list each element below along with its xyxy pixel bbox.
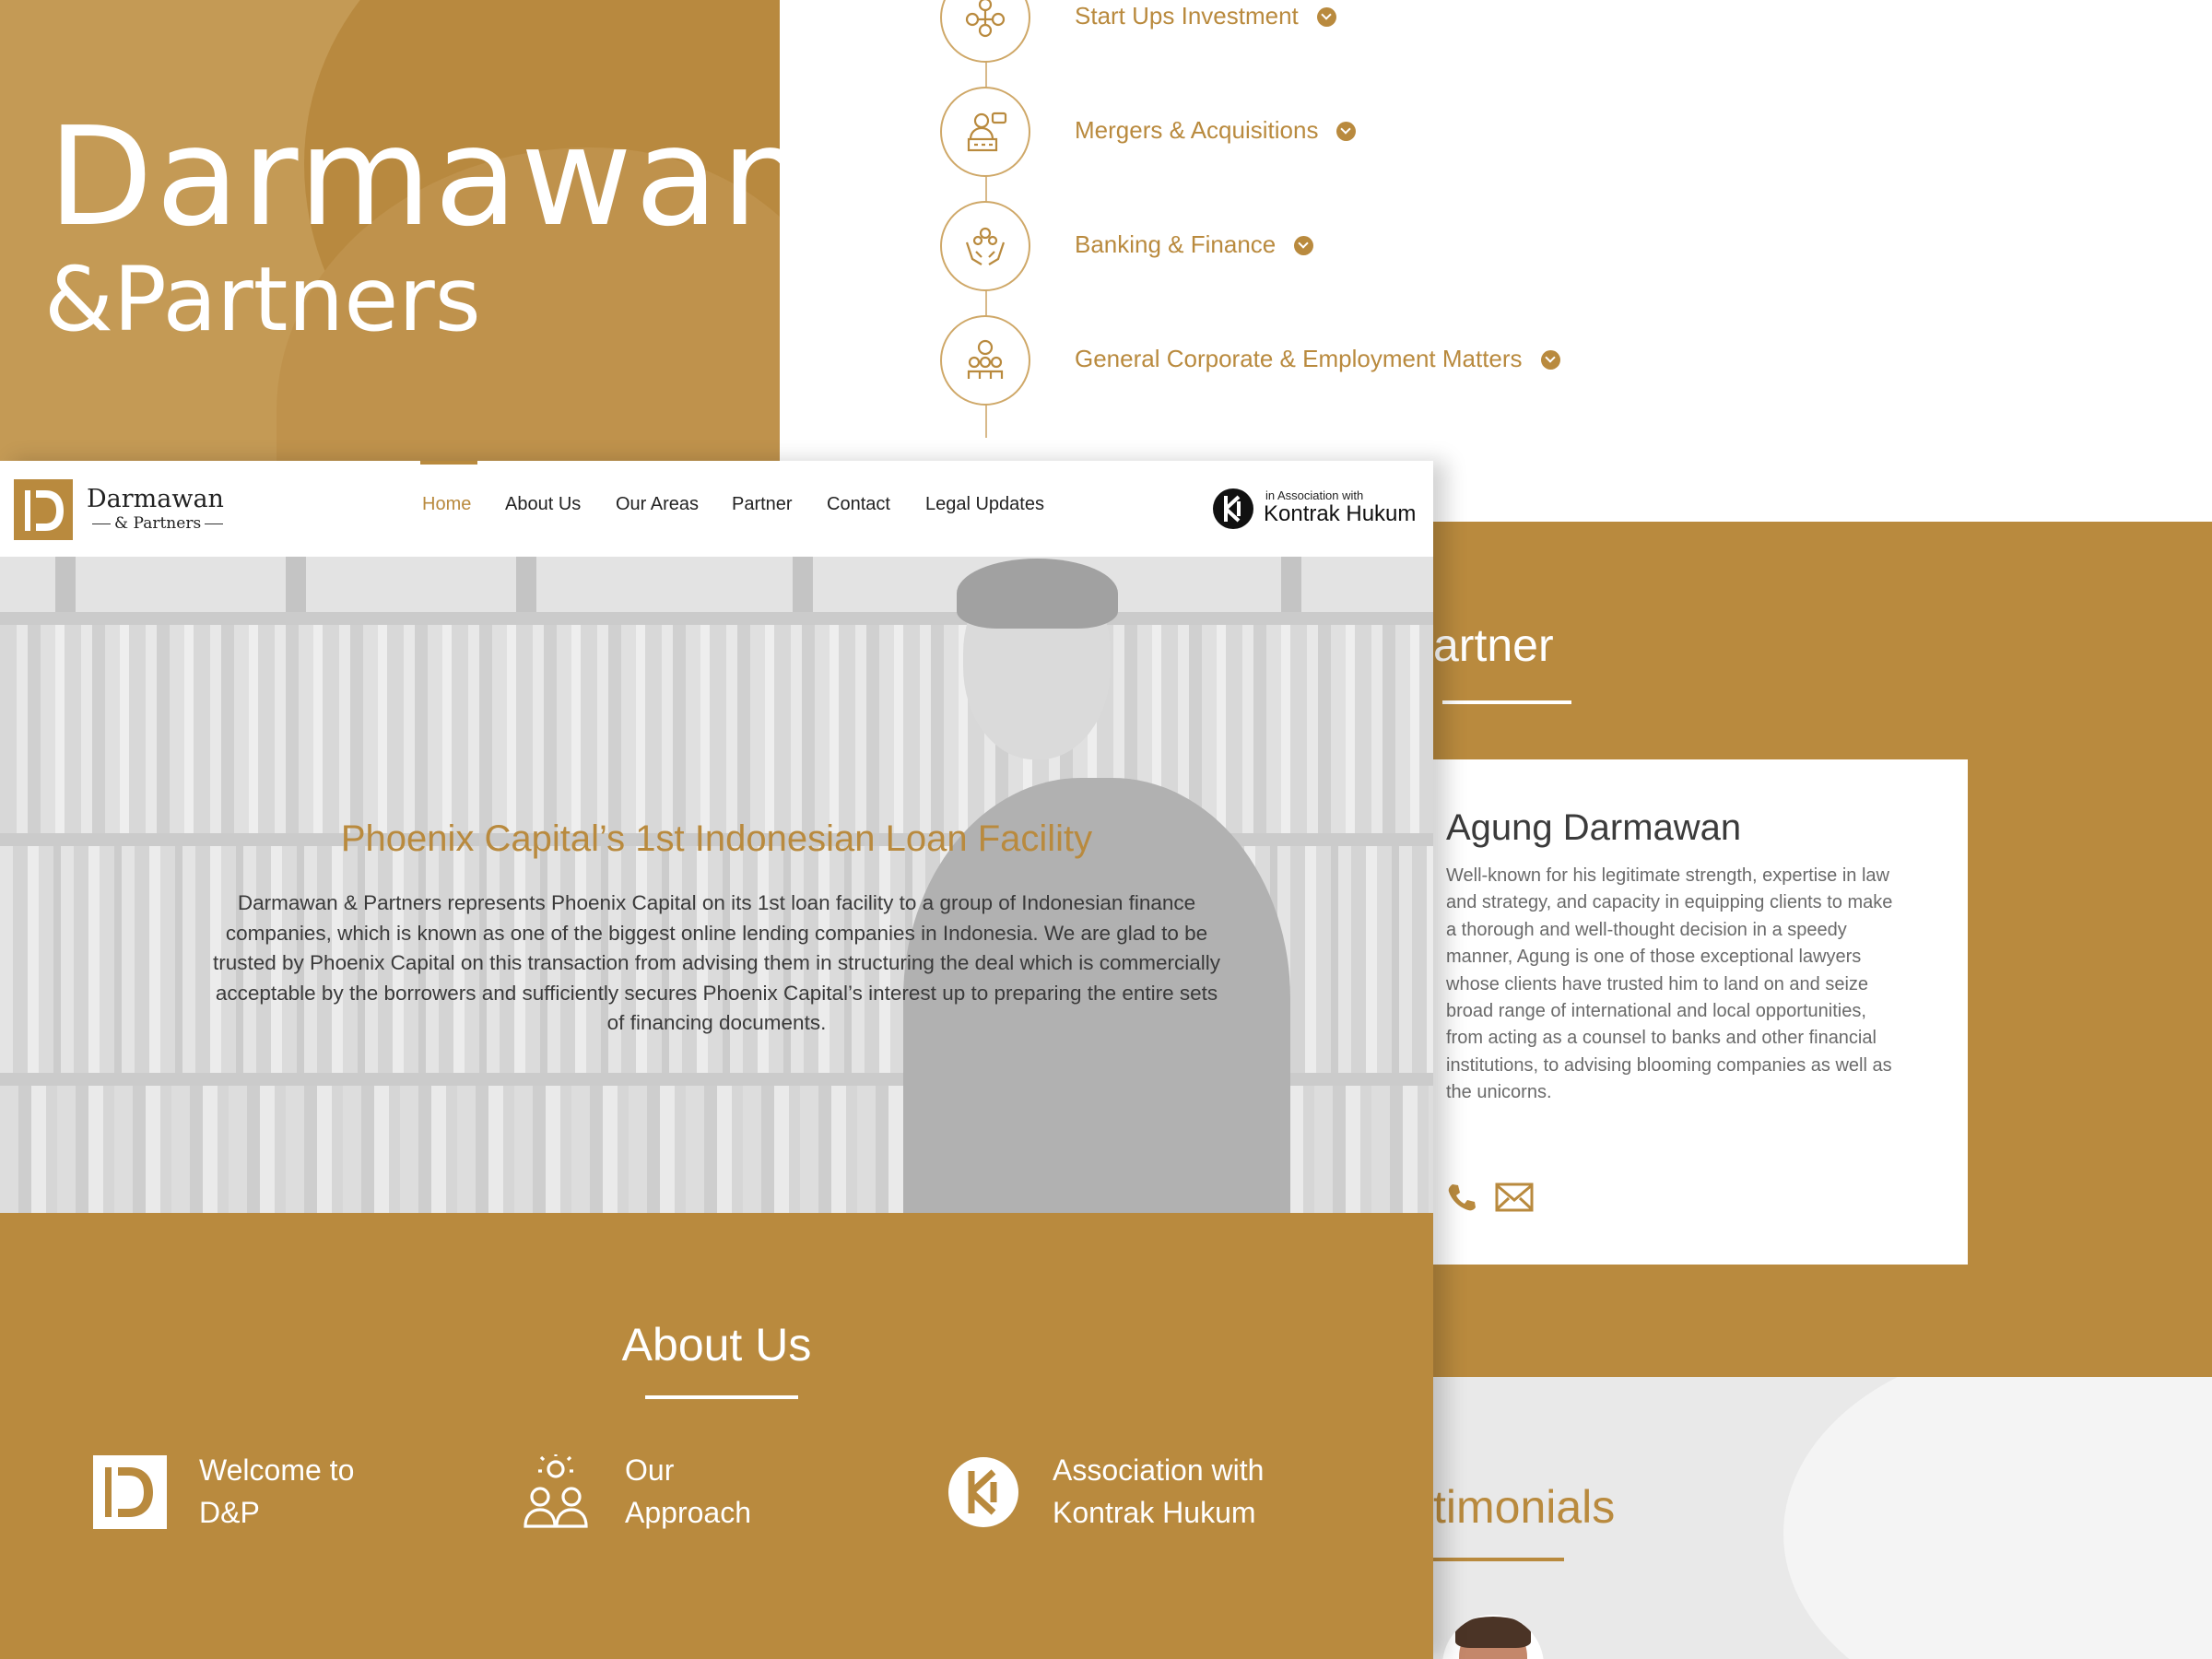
- mail-icon[interactable]: [1494, 1182, 1535, 1213]
- nav-legal-updates[interactable]: Legal Updates: [925, 494, 1044, 515]
- kontrak-hukum-logo-icon[interactable]: [1211, 485, 1255, 533]
- handshake-desk-icon: [940, 87, 1030, 177]
- hero-overlay: [0, 557, 1433, 1213]
- kontrak-hukum-logo-icon: [948, 1457, 1018, 1527]
- section-title: timonials: [1433, 1481, 1616, 1533]
- brand-subtitle: &Partners: [44, 248, 481, 351]
- association-name[interactable]: Kontrak Hukum: [1264, 501, 1416, 527]
- chevron-down-icon[interactable]: [1540, 350, 1560, 370]
- navbar: Darmawan & Partners Home About Us Our Ar…: [0, 461, 1433, 557]
- team-idea-icon: [524, 1454, 588, 1528]
- nav-home[interactable]: Home: [422, 494, 471, 515]
- logo-name[interactable]: Darmawan: [87, 485, 224, 513]
- partner-section: artner Agung Darmawan Well-known for his…: [1433, 522, 2212, 1377]
- partner-card: Agung Darmawan Well-known for his legiti…: [1433, 759, 1968, 1265]
- title-underline: [1433, 1558, 1564, 1561]
- section-title: artner: [1433, 619, 1554, 671]
- hero-title: Phoenix Capital’s 1st Indonesian Loan Fa…: [340, 818, 1093, 859]
- dp-logo-icon[interactable]: [14, 479, 73, 540]
- about-item-label: Welcome to D&P: [199, 1453, 355, 1529]
- association-caption: in Association with: [1265, 488, 1364, 502]
- hero-slider: Phoenix Capital’s 1st Indonesian Loan Fa…: [0, 557, 1433, 1213]
- service-label[interactable]: Banking & Finance: [1075, 230, 1314, 259]
- brand-title-panel: Darmawan &Partners: [0, 0, 780, 461]
- phone-icon[interactable]: [1446, 1182, 1477, 1213]
- testimonials-section: timonials: [1433, 1377, 2212, 1659]
- nav-our-areas[interactable]: Our Areas: [616, 494, 699, 515]
- section-title: About Us: [621, 1319, 812, 1371]
- about-item-label: Association with Kontrak Hukum: [1053, 1453, 1265, 1529]
- team-gear-icon: [940, 315, 1030, 406]
- partner-bio: Well-known for his legitimate strength, …: [1446, 865, 1893, 1103]
- website-screenshot: Darmawan & Partners Home About Us Our Ar…: [0, 461, 1433, 1659]
- dp-logo-icon: [93, 1455, 167, 1529]
- service-label[interactable]: Mergers & Acquisitions: [1075, 116, 1357, 145]
- about-item-label: Our Approach: [625, 1453, 751, 1529]
- hero-body: Darmawan & Partners represents Phoenix C…: [213, 891, 1220, 1034]
- background-wash: [1783, 1377, 2212, 1659]
- title-underline: [645, 1395, 798, 1399]
- service-label[interactable]: Start Ups Investment: [1075, 2, 1336, 30]
- startup-network-icon: [940, 0, 1030, 63]
- nav-about-us[interactable]: About Us: [505, 494, 581, 515]
- nav-active-indicator: [420, 461, 477, 465]
- hands-coins-icon: [940, 201, 1030, 291]
- chevron-down-icon[interactable]: [1294, 236, 1314, 255]
- avatar-hair: [1455, 1617, 1531, 1648]
- chevron-down-icon[interactable]: [1316, 7, 1336, 27]
- nav-contact[interactable]: Contact: [827, 494, 890, 515]
- testimonial-avatar: [1442, 1615, 1544, 1659]
- service-label[interactable]: General Corporate & Employment Matters: [1075, 345, 1560, 373]
- chevron-down-icon[interactable]: [1336, 122, 1357, 141]
- partner-name: Agung Darmawan: [1446, 807, 1742, 848]
- logo-subtitle: & Partners: [88, 514, 227, 533]
- title-underline: [1442, 700, 1571, 704]
- brand-title: Darmawan: [48, 98, 780, 256]
- services-list: Start Ups Investment Mergers & Acquisiti…: [922, 0, 2212, 516]
- about-section: About Us Welcome to D&P Our Approach Assoc…: [0, 1213, 1433, 1659]
- nav-partner[interactable]: Partner: [732, 494, 793, 515]
